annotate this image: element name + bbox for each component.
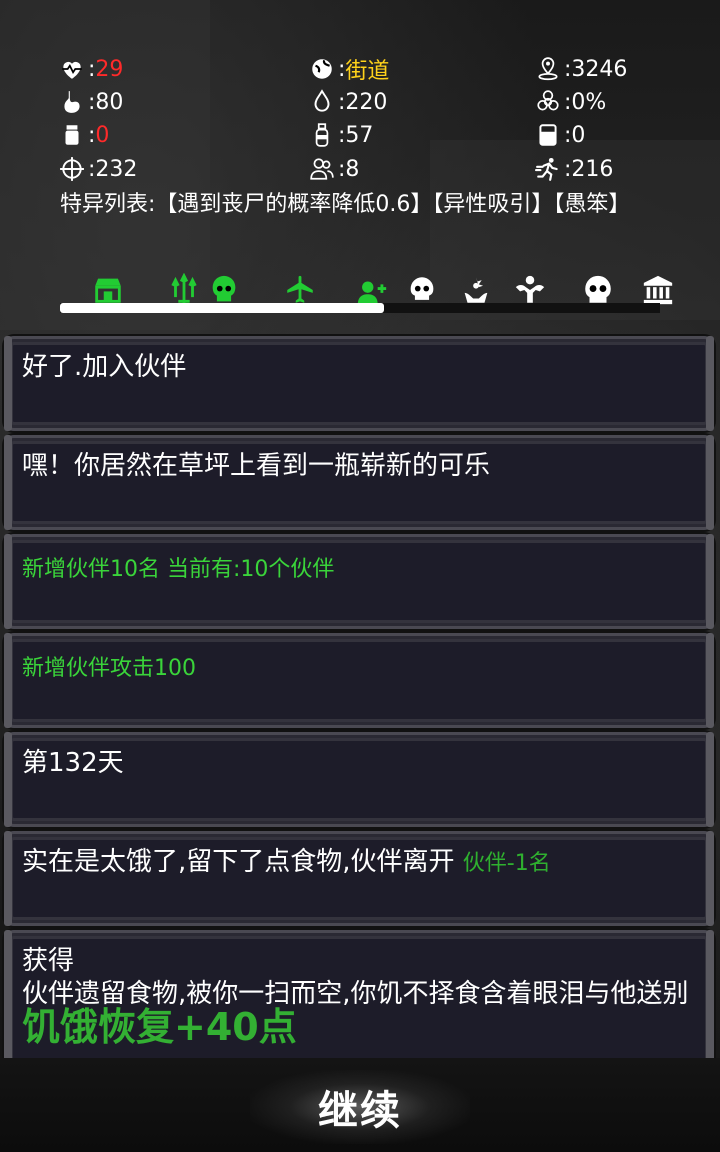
stat-distance: :3246: [534, 54, 627, 84]
log-text: 获得 伙伴遗留食物,被你一扫而空,你饥不择食含着眼泪与他送别 饥饿恢复+40点: [22, 946, 689, 1049]
biohazard-icon: [534, 88, 562, 116]
log-text: 好了.加入伙伴: [22, 352, 187, 382]
stat-health: :29: [58, 54, 123, 84]
water-drop-icon: [308, 88, 336, 116]
stat-container: :0: [534, 120, 585, 150]
stat-ammo: :0: [58, 120, 109, 150]
stat-hunger: :80: [58, 87, 123, 117]
stat-location: : 街道: [308, 54, 389, 84]
log-panel: 第132天: [4, 732, 714, 827]
stomach-icon: [58, 88, 86, 116]
log-panel: 嘿！你居然在草坪上看到一瓶崭新的可乐: [4, 435, 714, 530]
group-icon: [308, 155, 336, 183]
log-panel: 好了.加入伙伴: [4, 336, 714, 431]
stat-speed: :216: [534, 154, 613, 184]
stat-water: :220: [308, 87, 387, 117]
map-pin-icon: [534, 55, 562, 83]
log-text: 嘿！你居然在草坪上看到一瓶崭新的可乐: [22, 451, 491, 481]
progress-bar: [60, 303, 384, 313]
cup-icon: [534, 121, 562, 149]
stat-companions: :8: [308, 154, 359, 184]
stat-supplies: :57: [308, 120, 373, 150]
log-text: 实在是太饿了,留下了点食物,伙伴离开 伙伴-1名: [22, 847, 551, 877]
bottle-icon: [308, 121, 336, 149]
companion-loss-text: 伙伴-1名: [462, 851, 551, 876]
continue-button[interactable]: 继续: [250, 1070, 470, 1144]
traits-list: 特异列表:【遇到丧尸的概率降低0.6】【异性吸引】【愚笨】: [60, 192, 631, 217]
crosshair-icon: [58, 155, 86, 183]
stat-infection: :0%: [534, 87, 606, 117]
hunger-restore-text: 饥饿恢复+40点: [22, 1005, 297, 1049]
event-log[interactable]: 好了.加入伙伴 嘿！你居然在草坪上看到一瓶崭新的可乐 新增伙伴10名 当前有:1…: [0, 318, 720, 1058]
heartbeat-icon: [58, 55, 86, 83]
log-panel: 获得 伙伴遗留食物,被你一扫而空,你饥不择食含着眼泪与他送别 饥饿恢复+40点: [4, 930, 714, 1058]
jar-icon: [58, 121, 86, 149]
log-text: 新增伙伴攻击100: [22, 656, 196, 681]
log-panel: 新增伙伴10名 当前有:10个伙伴: [4, 534, 714, 629]
log-text: 新增伙伴10名 当前有:10个伙伴: [22, 557, 335, 582]
log-panel: 新增伙伴攻击100: [4, 633, 714, 728]
log-panel: 实在是太饿了,留下了点食物,伙伴离开 伙伴-1名: [4, 831, 714, 926]
globe-icon: [308, 55, 336, 83]
running-icon: [534, 155, 562, 183]
stat-attack: :232: [58, 154, 137, 184]
log-text: 第132天: [22, 748, 124, 778]
